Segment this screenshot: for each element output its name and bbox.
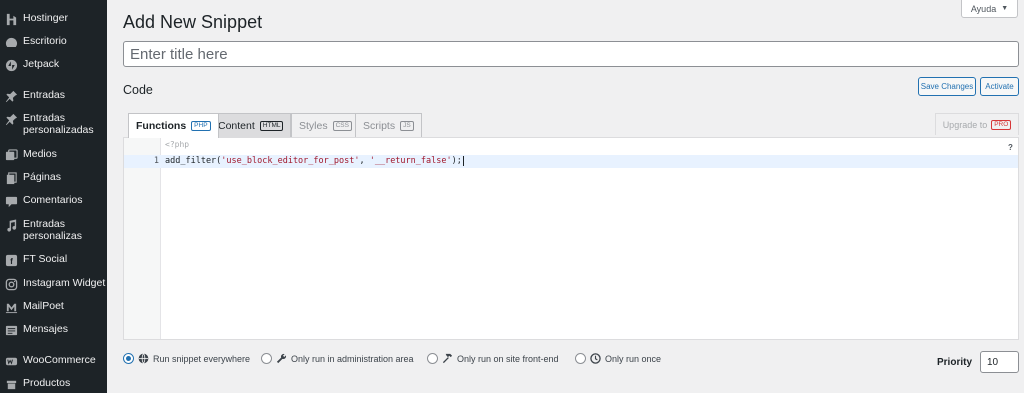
media-icon xyxy=(4,148,18,162)
mailpoet-icon xyxy=(4,300,18,314)
tab-scripts[interactable]: Scripts JS xyxy=(355,113,422,137)
tab-badge: CSS xyxy=(332,120,352,131)
sidebar-item-entradas-personalizadas[interactable]: Entradas personalizadas xyxy=(0,112,107,136)
hostinger-icon xyxy=(4,12,18,26)
sidebar-item-hostinger[interactable]: Hostinger xyxy=(0,12,107,26)
activate-button[interactable]: Activate xyxy=(980,77,1019,96)
scope-radio[interactable] xyxy=(427,353,438,364)
scope-option-admin[interactable]: Only run in administration area xyxy=(261,353,414,364)
pages-icon xyxy=(4,171,18,185)
sidebar-item-woocommerce[interactable]: WooCommerce xyxy=(0,354,107,368)
caret-down-icon: ▼ xyxy=(1001,5,1009,12)
social-icon: f xyxy=(4,253,18,267)
scope-label: Run snippet everywhere xyxy=(153,353,251,364)
save-changes-button[interactable]: Save Changes xyxy=(918,77,976,96)
messages-icon xyxy=(4,323,18,337)
sidebar-item-comentarios[interactable]: Comentarios xyxy=(0,194,107,208)
code-end: ); xyxy=(451,156,462,166)
scope-radio[interactable] xyxy=(575,353,586,364)
tab-label: Styles xyxy=(299,119,328,132)
hammer-icon xyxy=(442,353,453,364)
clock-icon xyxy=(590,353,601,364)
tab-badge: PHP xyxy=(191,121,211,131)
tab-content[interactable]: Content HTML xyxy=(210,113,292,137)
tab-styles[interactable]: Styles CSS xyxy=(291,113,360,137)
help-label: Ayuda xyxy=(970,3,997,14)
jetpack-icon xyxy=(4,58,18,72)
scope-option-front-end[interactable]: Only run on site front-end xyxy=(427,353,559,364)
code-line[interactable]: add_filter('use_block_editor_for_post', … xyxy=(165,155,464,168)
dashboard-icon xyxy=(4,35,18,49)
scope-label: Only run on site front-end xyxy=(457,353,559,364)
sidebar-item-mensajes[interactable]: Mensajes xyxy=(0,323,107,337)
help-button[interactable]: Ayuda ▼ xyxy=(961,0,1018,18)
scope-option-once[interactable]: Only run once xyxy=(575,353,661,364)
wrench-icon xyxy=(276,353,287,364)
woocommerce-icon xyxy=(4,354,18,368)
php-open-tag: <?php xyxy=(165,140,190,149)
code-separator: , xyxy=(359,156,370,166)
code-string: '__return_false' xyxy=(369,156,452,166)
line-number: 1 xyxy=(153,156,159,166)
pin-icon xyxy=(4,112,18,126)
scope-option-everywhere[interactable]: Run snippet everywhere xyxy=(123,353,250,364)
sidebar-item-entradas-personalizas[interactable]: Entradas personalizas xyxy=(0,218,107,242)
code-section-label: Code xyxy=(123,83,153,97)
sidebar-item-ft-social[interactable]: f FT Social xyxy=(0,253,107,267)
music-icon xyxy=(4,218,18,232)
code-string: 'use_block_editor_for_post' xyxy=(221,156,360,166)
tab-functions[interactable]: Functions PHP xyxy=(128,113,219,138)
instagram-icon xyxy=(4,277,18,291)
upgrade-to-pro-button[interactable]: Upgrade to PRO xyxy=(935,113,1019,135)
pro-badge: PRO xyxy=(991,119,1012,130)
sidebar-item-paginas[interactable]: Páginas xyxy=(0,171,107,185)
sidebar-item-entradas[interactable]: Entradas xyxy=(0,89,107,103)
upgrade-label: Upgrade to xyxy=(942,119,988,130)
tab-label: Functions xyxy=(136,120,187,132)
scope-label: Only run in administration area xyxy=(291,353,414,364)
comments-icon xyxy=(4,194,18,208)
code-function: add_filter( xyxy=(165,156,222,166)
tab-label: Content xyxy=(218,119,255,132)
tab-badge: JS xyxy=(400,120,414,131)
code-editor[interactable]: <?php ? 1 add_filter('use_block_editor_f… xyxy=(123,137,1019,340)
svg-text:f: f xyxy=(10,255,13,265)
pin-icon xyxy=(4,89,18,103)
sidebar-item-instagram-widget[interactable]: Instagram Widget xyxy=(0,277,107,291)
sidebar-item-productos[interactable]: Productos xyxy=(0,377,107,391)
tab-badge: HTML xyxy=(259,120,284,131)
line-gutter xyxy=(124,138,161,339)
sidebar-item-medios[interactable]: Medios xyxy=(0,148,107,162)
products-icon xyxy=(4,377,18,391)
help-question-icon[interactable]: ? xyxy=(1008,143,1013,152)
scope-label: Only run once xyxy=(605,353,662,364)
tab-label: Scripts xyxy=(363,119,396,132)
sidebar-item-jetpack[interactable]: Jetpack xyxy=(0,58,107,72)
priority-input[interactable] xyxy=(980,351,1019,373)
priority-label: Priority xyxy=(937,357,973,368)
admin-sidebar: Hostinger Escritorio Jetpack Entradas En… xyxy=(0,0,107,393)
page-title: Add New Snippet xyxy=(123,12,263,32)
scope-radio[interactable] xyxy=(123,353,134,364)
text-cursor xyxy=(462,156,464,166)
sidebar-item-escritorio[interactable]: Escritorio xyxy=(0,35,107,49)
sidebar-item-mailpoet[interactable]: MailPoet xyxy=(0,300,107,314)
globe-icon xyxy=(138,353,149,364)
scope-radio[interactable] xyxy=(261,353,272,364)
snippet-title-input[interactable] xyxy=(123,41,1019,67)
